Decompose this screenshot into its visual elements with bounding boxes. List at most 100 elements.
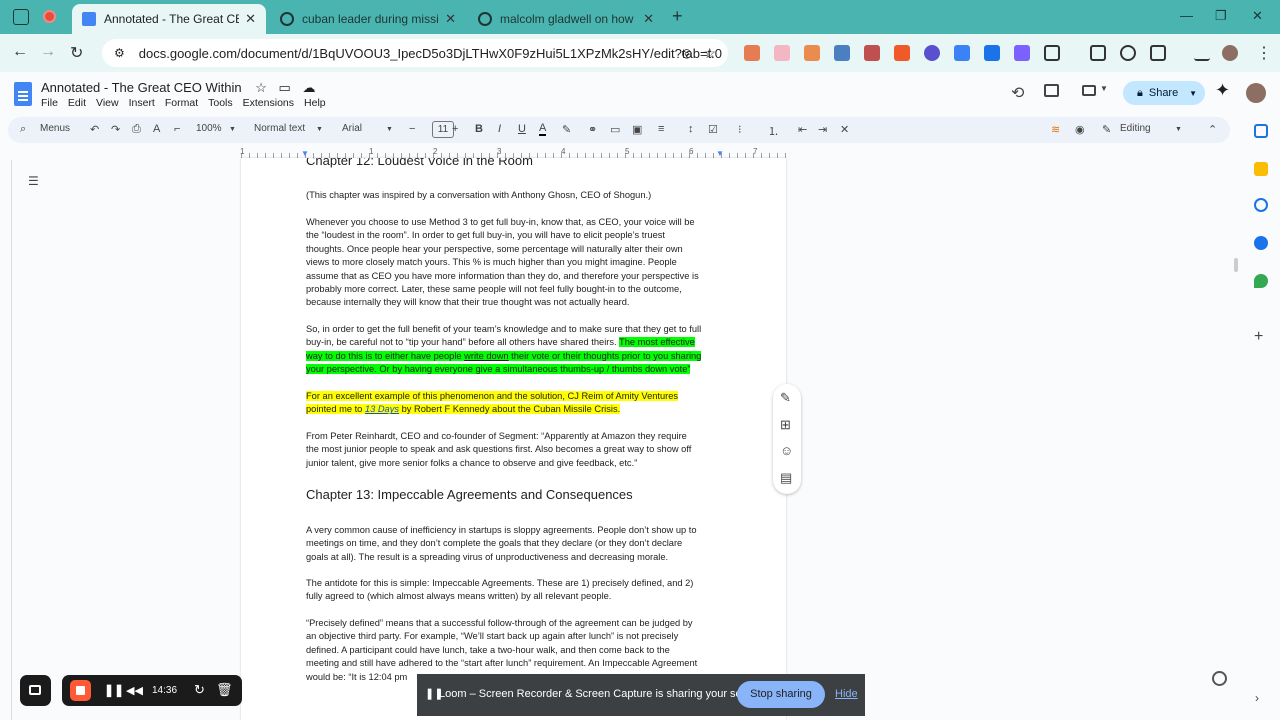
menu-format[interactable]: Format xyxy=(165,97,198,109)
star-icon[interactable]: ☆ xyxy=(255,80,267,95)
extension-icon[interactable] xyxy=(984,45,1000,61)
hide-button[interactable]: Hide xyxy=(835,688,858,700)
chevron-down-icon[interactable]: ▼ xyxy=(386,126,393,133)
chevron-down-icon[interactable]: ▼ xyxy=(316,126,323,133)
calendar-icon[interactable] xyxy=(1254,124,1268,138)
media-controls-icon[interactable] xyxy=(1194,45,1210,61)
menu-insert[interactable]: Insert xyxy=(129,97,155,109)
chapter-12-heading[interactable]: Chapter 12: Loudest Voice in the Room xyxy=(306,158,726,169)
italic-icon[interactable]: I xyxy=(498,123,501,135)
close-icon[interactable]: ✕ xyxy=(245,11,256,27)
restart-icon[interactable]: ↻ xyxy=(194,682,205,698)
menu-extensions[interactable]: Extensions xyxy=(243,97,294,109)
contacts-icon[interactable] xyxy=(1254,236,1268,250)
forward-icon[interactable]: → xyxy=(40,43,56,61)
extension-toolbar-icon[interactable]: ≋ xyxy=(1051,123,1060,136)
insert-image-icon[interactable]: ▣ xyxy=(632,123,642,136)
account-avatar[interactable] xyxy=(1246,83,1266,103)
paragraph[interactable]: (This chapter was inspired by a conversa… xyxy=(306,189,726,202)
gemini-icon[interactable]: ✦ xyxy=(1215,80,1230,101)
underline-icon[interactable]: U xyxy=(518,123,526,135)
maps-icon[interactable] xyxy=(1254,274,1268,288)
tasks-icon[interactable] xyxy=(1254,198,1268,212)
chevron-down-icon[interactable]: ▼ xyxy=(1175,126,1182,133)
editing-mode-select[interactable]: Editing xyxy=(1120,123,1151,134)
maximize-icon[interactable]: ❐ xyxy=(1215,8,1227,24)
comments-icon[interactable] xyxy=(1044,84,1059,97)
extension-icon[interactable] xyxy=(744,45,760,61)
paragraph[interactable]: For an excellent example of this phenome… xyxy=(306,390,726,417)
bookmark-star-icon[interactable]: ☆ xyxy=(703,45,716,62)
loom-camera-button[interactable] xyxy=(20,675,51,706)
sidebar-icon[interactable] xyxy=(1150,45,1166,61)
bulleted-list-icon[interactable]: ⁝ xyxy=(738,123,742,136)
pause-icon[interactable]: ❚❚ xyxy=(104,683,124,697)
move-folder-icon[interactable]: ▭ xyxy=(279,80,291,95)
menu-view[interactable]: View xyxy=(96,97,119,109)
minimize-icon[interactable]: — xyxy=(1180,8,1193,23)
address-bar[interactable]: ⚙ docs.google.com/document/d/1BqUVOOU3_I… xyxy=(102,39,728,67)
extension-icon[interactable] xyxy=(894,45,910,61)
add-comment-icon[interactable]: ▭ xyxy=(610,123,620,136)
google-docs-logo-icon[interactable] xyxy=(14,82,32,106)
meet-icon[interactable] xyxy=(1082,85,1096,96)
tab-malcolm-gladwell[interactable]: malcolm gladwell on how many ✕ xyxy=(468,4,664,34)
chevron-down-icon[interactable]: ▼ xyxy=(1100,84,1108,93)
document-outline-icon[interactable]: ☰ xyxy=(28,174,39,188)
expand-panel-icon[interactable]: › xyxy=(1255,691,1259,705)
explore-icon[interactable] xyxy=(1212,671,1227,686)
paragraph[interactable]: From Peter Reinhardt, CEO and co-founder… xyxy=(306,430,726,470)
style-select[interactable]: Normal text xyxy=(254,123,305,134)
menu-help[interactable]: Help xyxy=(304,97,326,109)
print-icon[interactable]: ⎙ xyxy=(132,123,141,136)
gemini-toolbar-icon[interactable]: ◉ xyxy=(1075,123,1085,136)
share-button[interactable]: 🔒︎ Share ▼ xyxy=(1123,81,1205,105)
vertical-ruler[interactable] xyxy=(0,160,12,720)
bold-icon[interactable]: B xyxy=(475,123,483,135)
paragraph[interactable]: Whenever you choose to use Method 3 to g… xyxy=(306,216,726,310)
increase-font-icon[interactable]: + xyxy=(452,123,458,135)
extensions-puzzle-icon[interactable] xyxy=(1044,45,1060,61)
increase-indent-icon[interactable]: ⇥ xyxy=(818,123,827,136)
search-menus-icon[interactable]: ⌕ xyxy=(20,123,26,136)
close-icon[interactable]: ✕ xyxy=(643,11,654,27)
extension-icon[interactable] xyxy=(864,45,880,61)
keep-icon[interactable] xyxy=(1254,162,1268,176)
chapter-13-heading[interactable]: Chapter 13: Impeccable Agreements and Co… xyxy=(306,487,726,503)
new-tab-button[interactable]: + xyxy=(672,6,683,27)
paragraph[interactable]: So, in order to get the full benefit of … xyxy=(306,323,726,377)
collapse-toolbar-icon[interactable]: ⌃ xyxy=(1208,123,1217,136)
eye-off-icon[interactable]: ◎ xyxy=(682,46,692,60)
indent-marker-icon[interactable]: ▼ xyxy=(301,149,309,158)
tab-search-icon[interactable] xyxy=(13,9,29,25)
reload-icon[interactable]: ↻ xyxy=(70,43,83,63)
decrease-indent-icon[interactable]: ⇤ xyxy=(798,123,807,136)
add-comment-icon[interactable]: ⊞ xyxy=(780,417,791,433)
version-history-icon[interactable]: ⟲ xyxy=(1011,83,1024,103)
link-icon[interactable] xyxy=(1120,45,1136,61)
redo-icon[interactable]: ↷ xyxy=(111,123,120,136)
clear-formatting-icon[interactable]: ✕ xyxy=(840,123,849,136)
chevron-down-icon[interactable]: ▼ xyxy=(229,126,236,133)
line-spacing-icon[interactable]: ↕ xyxy=(688,123,694,135)
font-select[interactable]: Arial xyxy=(342,123,362,134)
close-icon[interactable]: ✕ xyxy=(445,11,456,27)
checklist-icon[interactable]: ☑ xyxy=(708,123,718,136)
right-indent-marker-icon[interactable]: ▼ xyxy=(716,149,724,158)
zoom-select[interactable]: 100% xyxy=(196,123,222,134)
tab-cuban-leader[interactable]: cuban leader during missile crisis ✕ xyxy=(270,4,466,34)
stop-recording-button[interactable] xyxy=(70,680,91,701)
paragraph[interactable]: The antidote for this is simple: Impecca… xyxy=(306,577,726,604)
font-size-input[interactable]: 11 xyxy=(432,121,454,138)
extension-icon[interactable] xyxy=(804,45,820,61)
extension-icon[interactable] xyxy=(1014,45,1030,61)
window-close-icon[interactable]: ✕ xyxy=(1252,8,1263,24)
align-icon[interactable]: ≡ xyxy=(658,123,664,135)
insert-link-icon[interactable]: ⚭ xyxy=(588,123,597,136)
add-emoji-icon[interactable]: ☺ xyxy=(780,443,793,458)
document-title-text[interactable]: Annotated - The Great CEO Within xyxy=(41,80,242,95)
rewind-icon[interactable]: ◀◀ xyxy=(126,684,143,697)
tab-annotated-doc[interactable]: Annotated - The Great CEO Within ✕ xyxy=(72,4,266,34)
delete-icon[interactable]: 🗑︎ xyxy=(216,682,233,698)
extension-icon[interactable] xyxy=(924,45,940,61)
